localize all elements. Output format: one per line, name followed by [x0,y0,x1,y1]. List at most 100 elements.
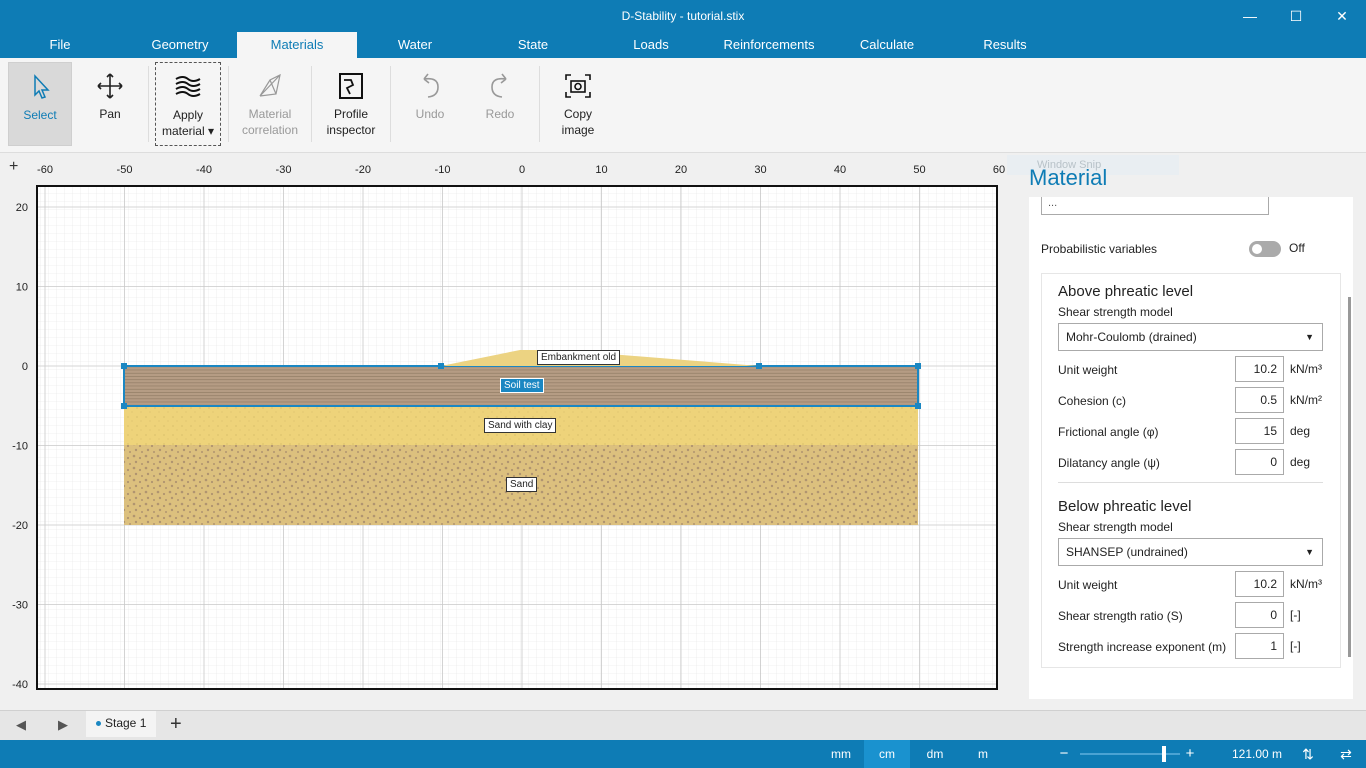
below-title: Below phreatic level [1058,498,1192,515]
material-correlation-button[interactable]: Material correlation [234,62,306,146]
apply-material-line1: Apply [172,108,204,122]
profile-inspector-button[interactable]: Profile inspector [318,62,384,146]
panel-scrollbar[interactable] [1348,297,1351,657]
zoom-slider[interactable] [1080,746,1180,762]
undo-icon [423,73,439,98]
x-ruler: -60 -50 -40 -30 -20 -10 0 10 20 30 40 50 60 [37,164,1005,176]
next-stage-button[interactable]: ▶ [58,717,68,733]
tab-reinforcements[interactable]: Reinforcements [709,32,829,58]
ratio-unit: [-] [1290,608,1301,622]
exponent-input[interactable]: 1 [1235,633,1284,659]
prev-stage-button[interactable]: ◀ [16,717,26,733]
label-sand: Sand [506,477,538,492]
y-tick-label: 20 [16,202,28,214]
sort-icon[interactable]: ⇅ [1298,740,1318,768]
truncated-field[interactable]: ... [1041,197,1269,215]
tab-materials[interactable]: Materials [237,32,357,58]
minimize-button[interactable]: — [1240,6,1260,26]
stage-dot-icon [96,721,101,727]
friction-unit: deg [1290,424,1311,438]
undo-button[interactable]: Undo [398,62,462,146]
redo-button[interactable]: Redo [468,62,532,146]
chevron-down-icon: ▼ [1305,332,1314,342]
probabilistic-label: Probabilistic variables [1041,242,1158,256]
below-model-value: SHANSEP (undrained) [1066,545,1188,559]
phreatic-group: Above phreatic level Shear strength mode… [1041,273,1341,668]
below-unit-weight-unit: kN/m³ [1290,577,1322,591]
x-tick-label: 60 [993,164,1005,176]
select-label: Select [23,108,57,122]
above-model-select[interactable]: Mohr-Coulomb (drained) ▼ [1058,323,1323,351]
unit-mm[interactable]: mm [818,740,864,768]
tab-geometry[interactable]: Geometry [130,32,230,58]
tab-water[interactable]: Water [375,32,455,58]
tab-calculate[interactable]: Calculate [837,32,937,58]
unit-m[interactable]: m [960,740,1006,768]
below-model-label: Shear strength model [1058,520,1173,534]
above-model-value: Mohr-Coulomb (drained) [1066,330,1197,344]
zoom-level: 121.00 m [1231,747,1283,761]
maximize-button[interactable]: ☐ [1286,6,1306,26]
below-model-select[interactable]: SHANSEP (undrained) ▼ [1058,538,1323,566]
tab-loads[interactable]: Loads [611,32,691,58]
stage-tab-1[interactable]: Stage 1 [86,711,156,737]
dilatancy-input[interactable]: 0 [1235,449,1284,475]
material-correlation-label: Material correlation [234,106,306,138]
y-ruler: 20 10 0 -10 -20 -30 -40 [12,202,28,691]
above-unit-weight-label: Unit weight [1058,363,1118,377]
copy-image-button[interactable]: Copy image [546,62,610,146]
profile-inspector-label: Profile inspector [318,106,384,138]
friction-input[interactable]: 15 [1235,418,1284,444]
geometry-canvas[interactable]: -60 -50 -40 -30 -20 -10 0 10 20 30 40 50 60 20 10 0 -10… [0,153,1015,710]
below-unit-weight-input[interactable]: 10.2 [1235,571,1284,597]
probabilistic-toggle[interactable] [1249,241,1281,257]
x-tick-label: -10 [435,164,451,176]
dilatancy-unit: deg [1290,455,1311,469]
zoom-out-button[interactable]: − [1054,740,1074,768]
window-title: D-Stability - tutorial.stix [621,9,745,23]
x-tick-label: 50 [913,164,925,176]
y-tick-label: 10 [16,282,28,294]
cohesion-input[interactable]: 0.5 [1235,387,1284,413]
select-button[interactable]: Select [8,62,72,146]
y-tick-label: -20 [12,520,28,532]
y-tick-label: -40 [12,679,28,691]
swap-icon[interactable]: ⇄ [1336,740,1356,768]
zoom-in-button[interactable]: + [1180,740,1200,768]
material-properties: ... Probabilistic variables Off Above ph… [1029,197,1353,699]
tab-file[interactable]: File [30,32,90,58]
toggle-knob [1252,244,1262,254]
apply-material-line2: material ▾ [161,124,215,138]
y-tick-label: 0 [22,361,28,373]
above-model-label: Shear strength model [1058,305,1173,319]
unit-dm[interactable]: dm [912,740,958,768]
friction-label: Frictional angle (φ) [1058,425,1159,439]
probabilistic-state: Off [1289,241,1305,255]
profile-inspector-line1: Profile [333,107,368,121]
redo-label: Redo [485,107,515,121]
title-bar: D-Stability - tutorial.stix — ☐ ✕ [0,0,1366,32]
profile-icon [339,73,363,99]
below-unit-weight-label: Unit weight [1058,578,1118,592]
above-unit-weight-input[interactable]: 10.2 [1235,356,1284,382]
material-panel: Window Snip Material ... Probabilistic v… [1007,153,1366,710]
cohesion-label: Cohesion (c) [1058,394,1127,408]
cohesion-unit: kN/m² [1290,393,1322,407]
copy-image-line1: Copy [563,107,592,121]
ratio-label: Shear strength ratio (S) [1058,609,1183,623]
x-tick-label: -20 [355,164,371,176]
status-bar: mm cm dm m − + 121.00 m ⇅ ⇄ [0,740,1366,768]
tab-state[interactable]: State [493,32,573,58]
add-stage-button[interactable]: + [170,713,182,736]
pan-label: Pan [99,107,121,121]
x-tick-label: 10 [595,164,607,176]
pan-button[interactable]: Pan [78,62,142,146]
zoom-slider-thumb[interactable] [1162,746,1166,762]
ratio-input[interactable]: 0 [1235,602,1284,628]
unit-cm[interactable]: cm [864,740,910,768]
tab-results[interactable]: Results [965,32,1045,58]
apply-material-button[interactable]: Apply material ▾ [155,62,221,146]
close-button[interactable]: ✕ [1332,6,1352,26]
ruler-plus-icon[interactable]: + [9,158,18,176]
truncated-field-text: ... [1048,197,1058,209]
